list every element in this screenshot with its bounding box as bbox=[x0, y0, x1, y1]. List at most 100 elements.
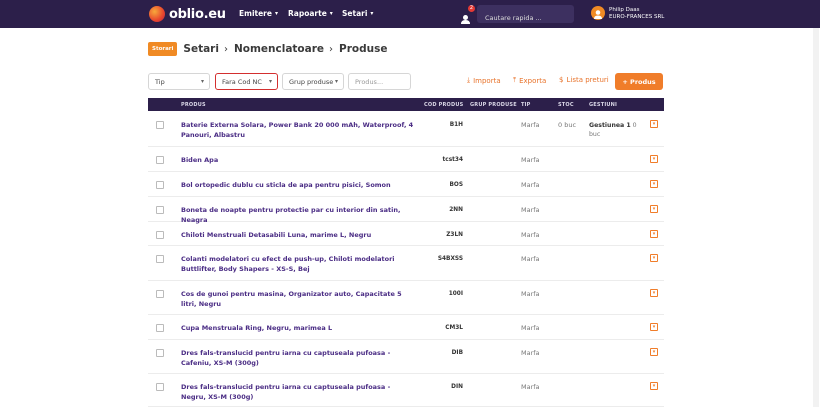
product-type: Marfa bbox=[521, 349, 540, 357]
row-action-icon[interactable]: ▾ bbox=[650, 289, 658, 297]
chevron-down-icon: ▾ bbox=[370, 10, 374, 17]
nav-setari[interactable]: Setari ▾ bbox=[342, 9, 373, 18]
logo[interactable]: oblio.eu bbox=[149, 6, 226, 22]
breadcrumb: Storari Setari › Nomenclatoare › Produse bbox=[148, 42, 388, 56]
row-checkbox[interactable] bbox=[156, 156, 164, 164]
product-name-link[interactable]: Cupa Menstruala Ring, Negru, marimea L bbox=[181, 323, 415, 333]
col-stoc[interactable]: STOC bbox=[558, 102, 574, 108]
product-type: Marfa bbox=[521, 290, 540, 298]
col-tip[interactable]: TIP bbox=[521, 102, 531, 108]
product-code: 2NN bbox=[449, 207, 463, 213]
table-row[interactable]: Cupa Menstruala Ring, Negru, marimea L CM… bbox=[148, 315, 664, 340]
row-checkbox[interactable] bbox=[156, 181, 164, 189]
notification-badge: 2 bbox=[468, 5, 475, 12]
filter-cod-nc[interactable]: Fara Cod NC ▾ bbox=[215, 73, 278, 90]
row-checkbox[interactable] bbox=[156, 255, 164, 263]
product-code: S4BXSS bbox=[437, 256, 463, 262]
product-stoc: 0 buc bbox=[558, 121, 577, 129]
product-code: BOS bbox=[449, 182, 463, 188]
col-cod[interactable]: COD PRODUS bbox=[424, 102, 463, 108]
user-info[interactable]: Philip Daas EURO-FRANCES SRL bbox=[609, 7, 664, 21]
table-row[interactable]: Bol ortopedic dublu cu sticla de apa pen… bbox=[148, 172, 664, 197]
row-checkbox[interactable] bbox=[156, 349, 164, 357]
breadcrumb-nomenclatoare[interactable]: Nomenclatoare bbox=[234, 43, 324, 55]
import-icon: ⤓ bbox=[467, 76, 471, 84]
page-scrollbar[interactable] bbox=[813, 28, 819, 407]
row-action-icon[interactable]: ▾ bbox=[650, 230, 658, 238]
product-code: tcst34 bbox=[442, 157, 464, 163]
product-type: Marfa bbox=[521, 156, 540, 164]
product-type: Marfa bbox=[521, 324, 540, 332]
table-header: PRODUS COD PRODUS GRUP PRODUSE TIP STOC … bbox=[148, 98, 664, 111]
col-gestiuni: GESTIUNI bbox=[589, 102, 618, 108]
export-button[interactable]: ⤒ Exporta bbox=[513, 76, 546, 85]
product-type: Marfa bbox=[521, 383, 540, 391]
table-row[interactable]: Biden Apa tcst34 Marfa ▾ bbox=[148, 147, 664, 172]
filter-tip[interactable]: Tip ▾ bbox=[148, 73, 210, 90]
product-name-link[interactable]: Bol ortopedic dublu cu sticla de apa pen… bbox=[181, 180, 415, 190]
breadcrumb-setari[interactable]: Setari bbox=[183, 43, 219, 55]
import-button[interactable]: ⤓ Importa bbox=[467, 76, 501, 85]
table-row[interactable]: Dres fals-translucid pentru iarna cu cap… bbox=[148, 340, 664, 374]
product-name-link[interactable]: Chiloti Menstruali Detasabili Luna, mari… bbox=[181, 230, 415, 240]
row-checkbox[interactable] bbox=[156, 290, 164, 298]
product-type: Marfa bbox=[521, 121, 540, 129]
row-checkbox[interactable] bbox=[156, 324, 164, 332]
product-name-link[interactable]: Biden Apa bbox=[181, 155, 415, 165]
row-action-icon[interactable]: ▾ bbox=[650, 254, 658, 262]
product-name-link[interactable]: Colanti modelatori cu efect de push-up, … bbox=[181, 254, 415, 274]
product-code: 100I bbox=[448, 291, 463, 297]
product-name-link[interactable]: Dres fals-translucid pentru iarna cu cap… bbox=[181, 382, 415, 402]
product-name-link[interactable]: Baterie Externa Solara, Power Bank 20 00… bbox=[181, 120, 415, 140]
row-checkbox[interactable] bbox=[156, 231, 164, 239]
logo-icon bbox=[149, 6, 165, 22]
table-row[interactable]: Baterie Externa Solara, Power Bank 20 00… bbox=[148, 112, 664, 147]
table-row[interactable]: Dres fals-translucid pentru iarna cu cap… bbox=[148, 374, 664, 407]
row-action-icon[interactable]: ▾ bbox=[650, 155, 658, 163]
row-action-icon[interactable]: ▾ bbox=[650, 382, 658, 390]
filter-produs-input[interactable]: Produs... bbox=[348, 73, 411, 90]
breadcrumb-button[interactable]: Storari bbox=[148, 42, 178, 56]
chevron-down-icon: ▾ bbox=[334, 78, 338, 85]
chevron-down-icon: ▾ bbox=[200, 78, 204, 85]
price-list-icon: $ bbox=[559, 76, 564, 84]
row-action-icon[interactable]: ▾ bbox=[650, 205, 658, 213]
quick-search-input[interactable] bbox=[477, 9, 574, 27]
row-action-icon[interactable]: ▾ bbox=[650, 120, 658, 128]
chevron-down-icon: ▾ bbox=[329, 10, 333, 17]
chevron-down-icon: ▾ bbox=[274, 10, 278, 17]
row-action-icon[interactable]: ▾ bbox=[650, 348, 658, 356]
top-navbar: oblio.eu Emitere▾ Rapoarte▾ Setari▾ 2 Ph… bbox=[0, 0, 820, 28]
breadcrumb-separator: › bbox=[223, 43, 228, 55]
table-row[interactable]: Cos de gunoi pentru masina, Organizator … bbox=[148, 281, 664, 315]
notification-bell-icon[interactable]: 2 bbox=[460, 5, 475, 24]
product-type: Marfa bbox=[521, 181, 540, 189]
add-product-button[interactable]: + Produs bbox=[615, 73, 663, 90]
product-gestiuni: Gestiunea 1 0 buc bbox=[589, 121, 649, 139]
quick-search[interactable] bbox=[477, 5, 574, 27]
company-name: EURO-FRANCES SRL bbox=[609, 14, 665, 20]
col-produs[interactable]: PRODUS bbox=[181, 102, 206, 108]
product-name-link[interactable]: Cos de gunoi pentru masina, Organizator … bbox=[181, 289, 415, 309]
row-checkbox[interactable] bbox=[156, 121, 164, 129]
table-row[interactable]: Boneta de noapte pentru protectie par cu… bbox=[148, 197, 664, 224]
row-action-icon[interactable]: ▾ bbox=[650, 323, 658, 331]
nav-rapoarte[interactable]: Rapoarte ▾ bbox=[288, 9, 333, 18]
product-type: Marfa bbox=[521, 231, 540, 239]
nav-emitere[interactable]: Emitere ▾ bbox=[239, 9, 278, 18]
table-row[interactable]: Chiloti Menstruali Detasabili Luna, mari… bbox=[148, 222, 664, 246]
col-grup[interactable]: GRUP PRODUSE bbox=[470, 102, 517, 108]
row-checkbox[interactable] bbox=[156, 383, 164, 391]
filter-grup-produse[interactable]: Grup produse ▾ bbox=[282, 73, 344, 90]
price-list-button[interactable]: $ Lista preturi bbox=[559, 76, 609, 84]
product-code: Z3LN bbox=[446, 232, 463, 238]
user-avatar-icon[interactable] bbox=[591, 6, 605, 20]
product-type: Marfa bbox=[521, 206, 540, 214]
row-checkbox[interactable] bbox=[156, 206, 164, 214]
row-action-icon[interactable]: ▾ bbox=[650, 180, 658, 188]
product-name-link[interactable]: Dres fals-translucid pentru iarna cu cap… bbox=[181, 348, 415, 368]
product-code: DIB bbox=[451, 350, 463, 356]
table-row[interactable]: Colanti modelatori cu efect de push-up, … bbox=[148, 246, 664, 281]
breadcrumb-separator: › bbox=[329, 43, 334, 55]
product-code: DIN bbox=[451, 384, 463, 390]
